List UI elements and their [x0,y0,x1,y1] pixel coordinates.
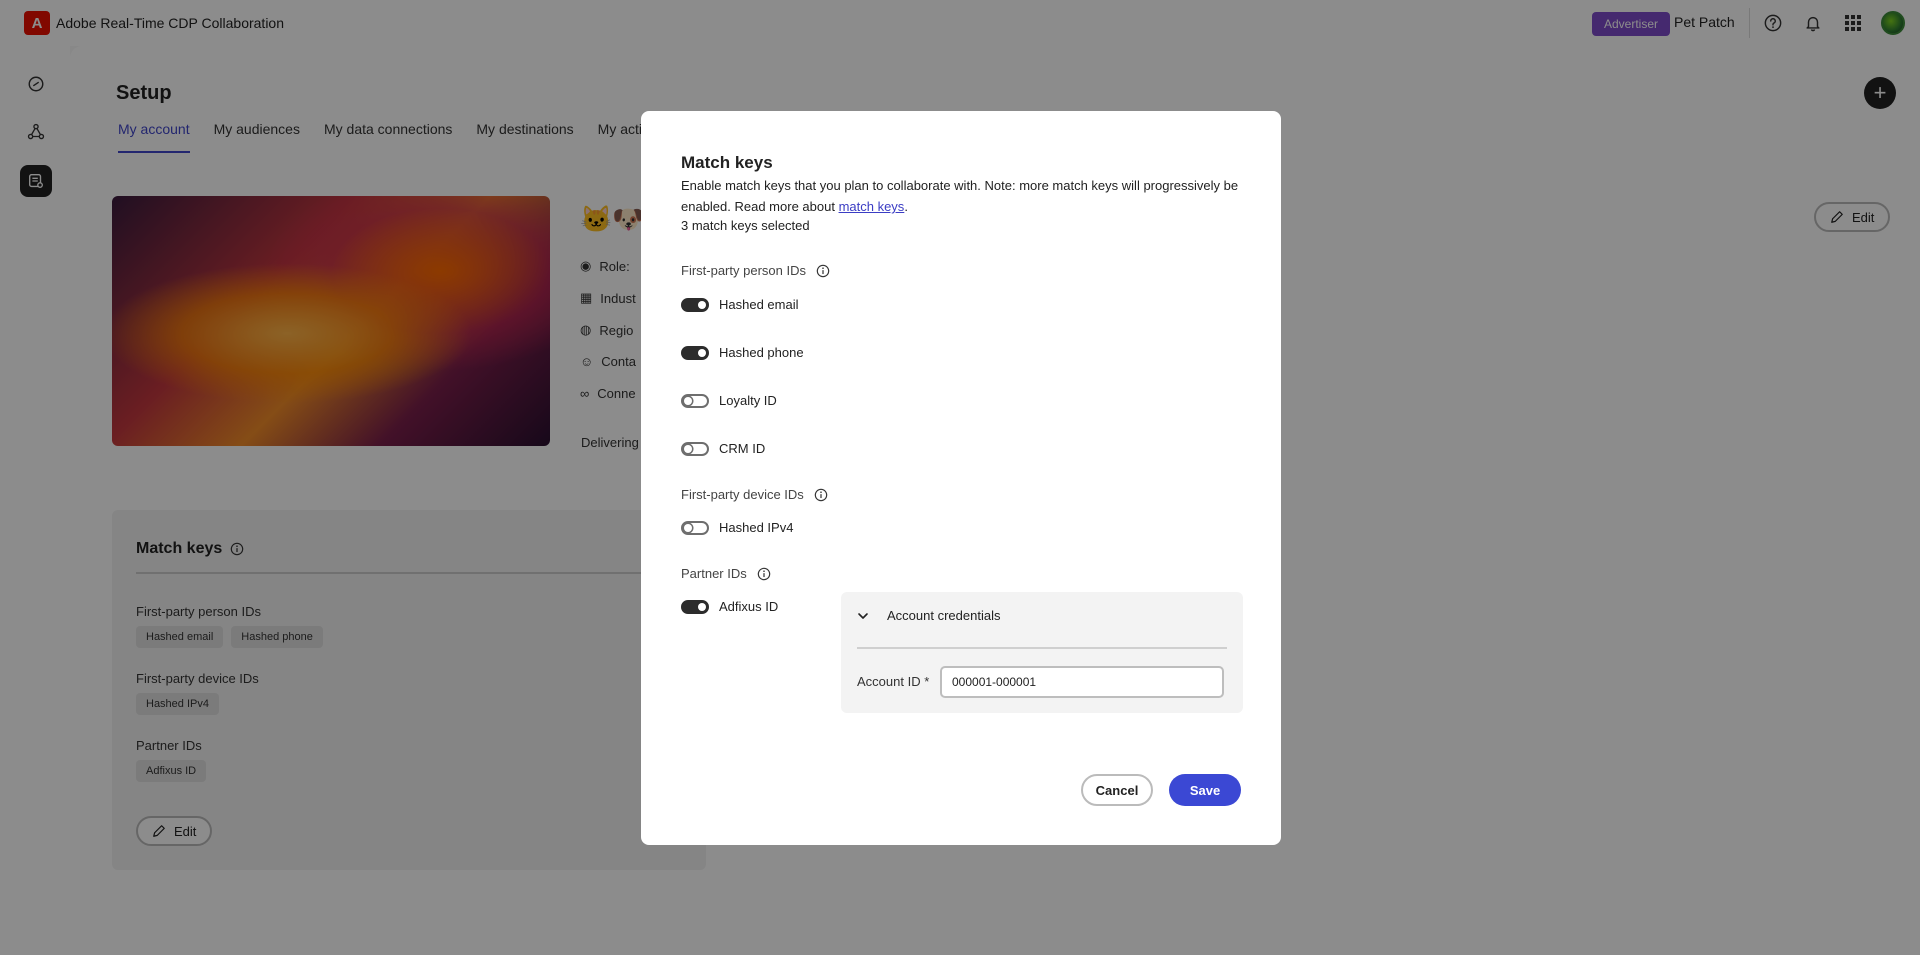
dialog-description-text: Enable match keys that you plan to colla… [681,178,1239,214]
toggle-label: Adfixus ID [719,599,779,614]
cancel-button[interactable]: Cancel [1081,774,1153,806]
divider [857,647,1227,649]
toggle-crm-id[interactable]: CRM ID [681,441,765,456]
save-button[interactable]: Save [1169,774,1241,806]
section-person-ids: First-party person IDs [681,263,830,278]
toggle-label: Hashed email [719,297,799,312]
toggle-hashed-email[interactable]: Hashed email [681,297,799,312]
toggle-hashed-phone[interactable]: Hashed phone [681,345,804,360]
toggle-adfixus-id[interactable]: Adfixus ID [681,599,778,614]
account-id-label-text: Account ID [857,674,921,689]
section-partner-ids-label: Partner IDs [681,566,747,581]
toggle-label: CRM ID [719,441,766,456]
switch-adfixus-id[interactable] [681,599,709,614]
dialog-description: Enable match keys that you plan to colla… [681,175,1251,217]
account-credentials-toggle[interactable]: Account credentials [857,608,1000,623]
switch-hashed-phone[interactable] [681,345,709,360]
dialog-description-suffix: . [904,199,908,214]
account-id-input[interactable] [940,666,1224,698]
toggle-label: Hashed phone [719,345,804,360]
account-id-label: Account ID * [857,674,929,689]
section-device-ids: First-party device IDs [681,487,828,502]
switch-loyalty-id[interactable] [681,393,709,408]
info-icon[interactable] [757,567,771,581]
toggle-loyalty-id[interactable]: Loyalty ID [681,393,777,408]
account-credentials-header: Account credentials [887,608,1001,623]
match-keys-link[interactable]: match keys [839,199,905,214]
required-marker: * [924,674,930,689]
switch-crm-id[interactable] [681,441,709,456]
info-icon[interactable] [814,488,828,502]
section-person-ids-label: First-party person IDs [681,263,806,278]
match-keys-dialog: Match keys Enable match keys that you pl… [641,111,1281,845]
toggle-hashed-ipv4[interactable]: Hashed IPv4 [681,520,793,535]
dialog-title: Match keys [681,153,773,172]
toggle-label: Loyalty ID [719,393,777,408]
switch-hashed-ipv4[interactable] [681,520,709,535]
section-partner-ids: Partner IDs [681,566,771,581]
account-credentials-panel: Account credentials Account ID * [841,592,1243,713]
chevron-down-icon [858,612,868,619]
toggle-label: Hashed IPv4 [719,520,794,535]
switch-hashed-email[interactable] [681,297,709,312]
info-icon[interactable] [816,264,830,278]
section-device-ids-label: First-party device IDs [681,487,804,502]
selected-count: 3 match keys selected [681,218,810,233]
